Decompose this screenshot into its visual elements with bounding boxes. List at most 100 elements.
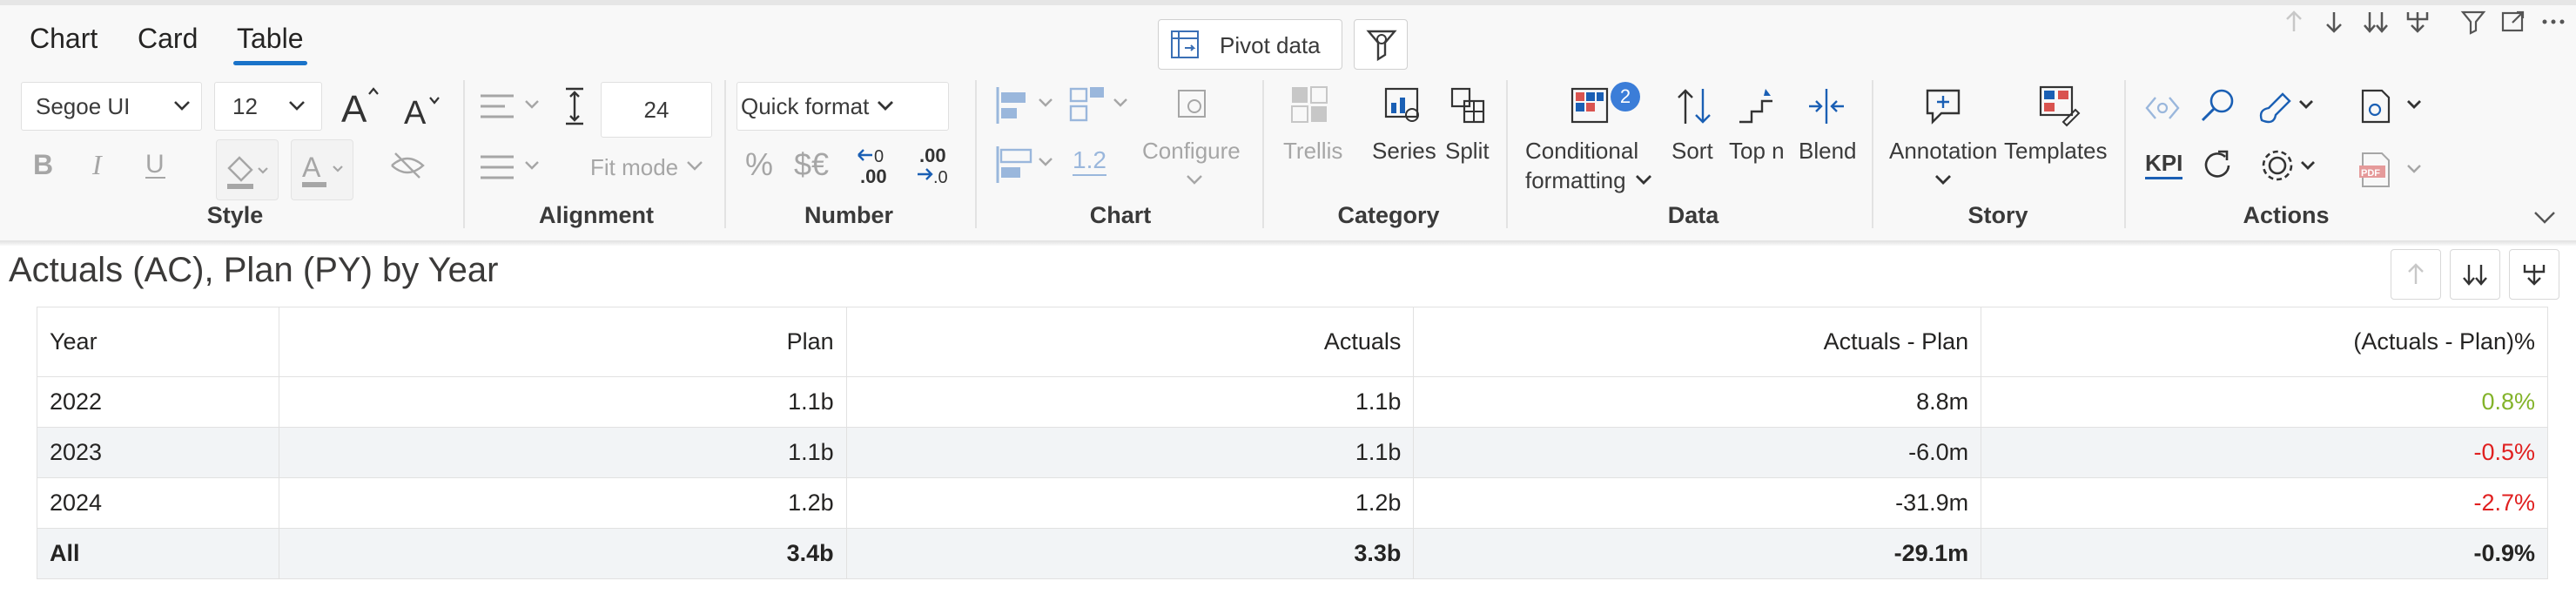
font-family-value: Segoe UI bbox=[36, 92, 131, 119]
drill-down-all-icon[interactable] bbox=[2361, 9, 2391, 35]
row-layout-icon[interactable] bbox=[994, 143, 1064, 186]
top-n-button[interactable]: Top n bbox=[1729, 138, 1785, 165]
decrease-decimals-icon[interactable]: 0.00 bbox=[855, 143, 893, 186]
row-height-input[interactable]: 24 bbox=[601, 82, 712, 138]
separator bbox=[1262, 80, 1264, 228]
filter-icon[interactable] bbox=[2460, 9, 2486, 35]
pivot-data-button[interactable]: Pivot data bbox=[1158, 19, 1342, 70]
vertical-align-icon[interactable] bbox=[479, 150, 548, 185]
decrease-font-size-icon[interactable]: A bbox=[402, 91, 444, 129]
search-icon[interactable] bbox=[2199, 85, 2237, 125]
increase-decimals-icon[interactable]: .00.0 bbox=[914, 143, 952, 186]
fit-mode-dropdown[interactable]: Fit mode bbox=[590, 154, 678, 181]
cell-percent: -0.5% bbox=[1981, 427, 2548, 478]
templates-button[interactable]: Templates bbox=[2004, 138, 2108, 165]
sort-button[interactable]: Sort bbox=[1671, 138, 1713, 165]
currency-format-button[interactable]: $€ bbox=[794, 146, 829, 183]
visual-title: Actuals (AC), Plan (PY) by Year bbox=[9, 251, 499, 289]
font-size-select[interactable]: 12 bbox=[214, 82, 322, 131]
tab-card[interactable]: Card bbox=[138, 23, 198, 55]
horizontal-align-icon[interactable] bbox=[479, 91, 548, 125]
blend-button[interactable]: Blend bbox=[1799, 138, 1857, 165]
pdf-export-icon[interactable]: PDF bbox=[2357, 150, 2427, 190]
format-brush-icon[interactable] bbox=[2255, 85, 2316, 127]
ribbon-divider bbox=[0, 240, 2576, 246]
table-row: 2024 1.2b 1.2b -31.9m -2.7% bbox=[37, 477, 2548, 529]
drill-down-all-button[interactable] bbox=[2450, 249, 2500, 300]
trellis-button[interactable]: Trellis bbox=[1283, 138, 1342, 165]
hide-icon[interactable] bbox=[388, 150, 427, 181]
italic-icon[interactable]: I bbox=[87, 148, 113, 179]
sort-icon bbox=[1675, 85, 1713, 127]
pivot-data-label: Pivot data bbox=[1220, 32, 1321, 58]
arrow-up-icon[interactable] bbox=[2281, 9, 2307, 35]
table-row: 2023 1.1b 1.1b -6.0m -0.5% bbox=[37, 427, 2548, 478]
chevron-down-icon bbox=[684, 157, 705, 176]
font-family-select[interactable]: Segoe UI bbox=[21, 82, 202, 131]
separator bbox=[1506, 80, 1508, 228]
bold-icon[interactable]: B bbox=[31, 148, 57, 179]
quick-format-dropdown[interactable]: Quick format bbox=[736, 82, 949, 131]
column-header-plan[interactable]: Plan bbox=[278, 307, 847, 377]
more-options-icon[interactable] bbox=[2540, 9, 2566, 35]
refresh-icon[interactable] bbox=[2199, 146, 2237, 185]
cell-actuals: 3.3b bbox=[845, 528, 1415, 579]
export-settings-icon[interactable] bbox=[2357, 85, 2427, 127]
cell-actuals: 1.1b bbox=[845, 427, 1415, 478]
templates-icon bbox=[2037, 84, 2081, 127]
chart-layout-icon[interactable] bbox=[1067, 84, 1137, 127]
conditional-formatting-label-2[interactable]: formatting bbox=[1525, 167, 1626, 194]
filter-gear-icon bbox=[1365, 28, 1398, 63]
series-button[interactable]: Series bbox=[1372, 138, 1436, 165]
collapse-ribbon-icon[interactable] bbox=[2532, 207, 2558, 228]
column-header-variance-percent[interactable]: (Actuals - Plan)% bbox=[1981, 307, 2548, 377]
split-button[interactable]: Split bbox=[1445, 138, 1490, 165]
font-color-button[interactable]: A bbox=[291, 139, 353, 200]
chevron-down-icon bbox=[286, 95, 307, 116]
table-total-row: All 3.4b 3.3b -29.1m -0.9% bbox=[37, 528, 2548, 579]
conditional-formatting-label[interactable]: Conditional bbox=[1525, 138, 1638, 165]
underline-icon[interactable]: U bbox=[143, 148, 169, 181]
configure-button[interactable]: Configure bbox=[1142, 138, 1241, 165]
svg-text:0: 0 bbox=[874, 147, 884, 166]
number-group-label: Number bbox=[804, 202, 893, 228]
svg-text:.00: .00 bbox=[919, 145, 946, 166]
annotation-button[interactable]: Annotation bbox=[1889, 138, 1997, 165]
chart-group-label: Chart bbox=[1089, 202, 1152, 228]
focus-mode-icon[interactable] bbox=[2500, 9, 2526, 35]
arrow-down-icon[interactable] bbox=[2321, 9, 2347, 35]
bar-layout-icon[interactable] bbox=[994, 84, 1064, 127]
chevron-down-icon bbox=[172, 95, 192, 116]
notification-badge: 2 bbox=[1611, 82, 1640, 111]
kpi-button[interactable]: KPI bbox=[2145, 150, 2183, 179]
tab-table[interactable]: Table bbox=[233, 23, 306, 65]
scale-value-button[interactable]: 1.2 bbox=[1073, 146, 1106, 176]
cell-actuals: 1.1b bbox=[845, 376, 1415, 428]
svg-text:.00: .00 bbox=[860, 166, 887, 186]
chevron-down-icon[interactable] bbox=[1933, 171, 1954, 190]
code-link-icon[interactable] bbox=[2143, 91, 2182, 125]
conditional-formatting-icon bbox=[1570, 84, 1612, 125]
data-table: Year Plan Actuals Actuals - Plan (Actual… bbox=[37, 307, 2548, 579]
column-header-actuals[interactable]: Actuals bbox=[845, 307, 1415, 377]
fill-color-button[interactable] bbox=[216, 139, 279, 200]
cell-year: 2024 bbox=[37, 477, 279, 529]
expand-hierarchy-icon[interactable] bbox=[2403, 9, 2432, 35]
svg-text:A: A bbox=[404, 95, 427, 129]
separator bbox=[724, 80, 726, 228]
increase-font-size-icon[interactable]: A bbox=[340, 84, 381, 129]
row-height-icon bbox=[562, 85, 587, 127]
filter-settings-button[interactable] bbox=[1354, 19, 1408, 70]
drill-up-button[interactable] bbox=[2391, 249, 2441, 300]
story-group-label: Story bbox=[1967, 202, 2028, 228]
percent-format-button[interactable]: % bbox=[745, 146, 773, 183]
column-header-year[interactable]: Year bbox=[37, 307, 279, 377]
chevron-down-icon[interactable] bbox=[1633, 171, 1654, 190]
column-header-actuals-minus-plan[interactable]: Actuals - Plan bbox=[1413, 307, 1982, 377]
top-n-icon bbox=[1736, 85, 1778, 127]
expand-next-level-button[interactable] bbox=[2509, 249, 2559, 300]
cell-plan: 1.2b bbox=[278, 477, 847, 529]
tab-chart[interactable]: Chart bbox=[30, 23, 98, 55]
settings-gear-icon[interactable] bbox=[2258, 146, 2319, 185]
svg-text:I: I bbox=[91, 149, 103, 179]
